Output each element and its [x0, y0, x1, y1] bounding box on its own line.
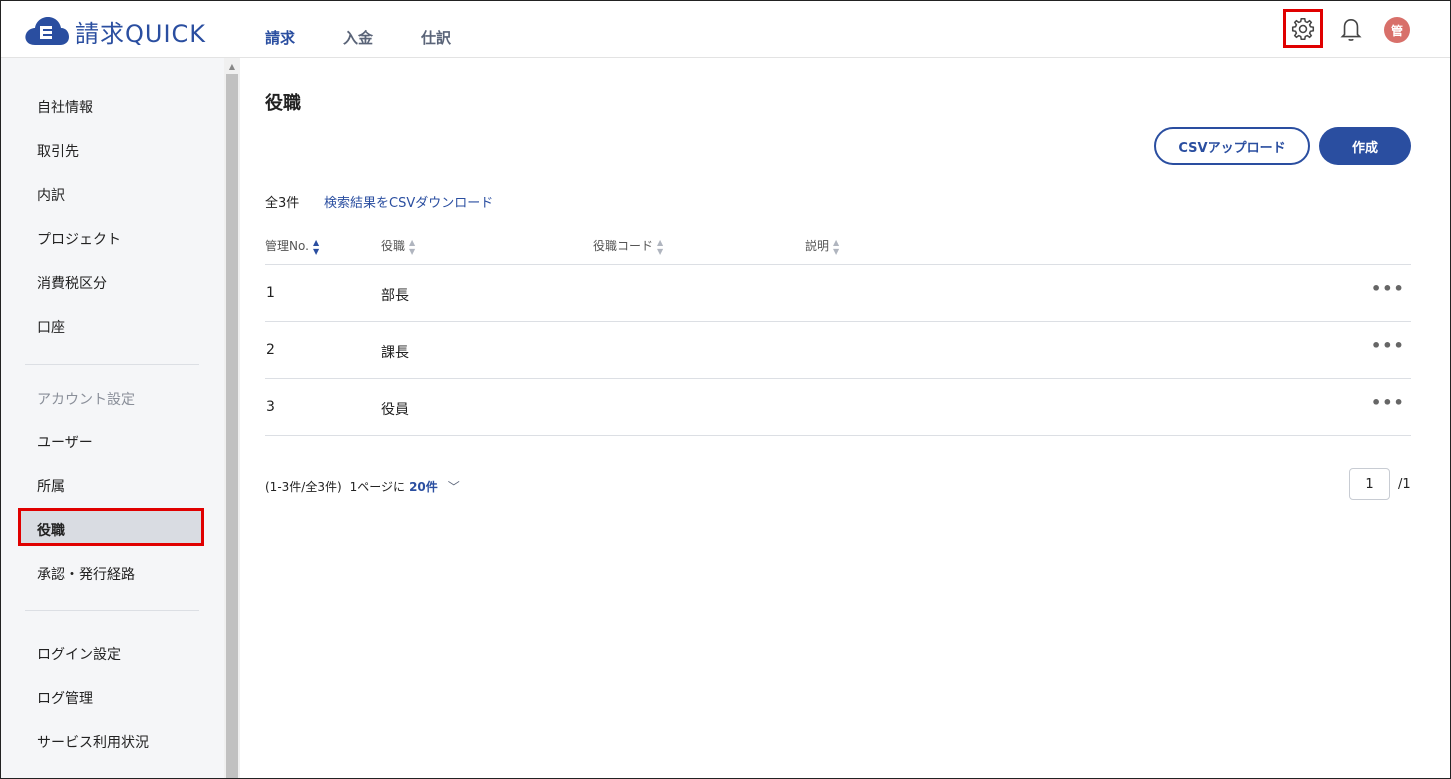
- sidebar-item-clients[interactable]: 取引先: [37, 141, 79, 161]
- sidebar-item-approval-route[interactable]: 承認・発行経路: [37, 564, 135, 584]
- column-header-label: 役職コード: [593, 239, 654, 253]
- sort-icon: ▲ ▼: [833, 237, 840, 256]
- scroll-up-arrow-icon[interactable]: ▲: [227, 62, 237, 72]
- sidebar-item-position-label: 役職: [37, 523, 65, 539]
- scroll-thumb[interactable]: [226, 74, 238, 778]
- sidebar: 自社情報 取引先 内訳 プロジェクト 消費税区分 口座 アカウント設定 ユーザー…: [1, 58, 224, 778]
- main-content: 役職 CSVアップロード 作成 全3件 検索結果をCSVダウンロード 管理No.…: [241, 58, 1450, 778]
- sort-icon: ▲ ▼: [657, 237, 664, 256]
- sidebar-item-breakdown[interactable]: 内訳: [37, 185, 65, 205]
- sidebar-item-department[interactable]: 所属: [37, 476, 65, 496]
- settings-button[interactable]: [1283, 9, 1323, 48]
- column-header-no[interactable]: 管理No. ▲ ▼: [265, 237, 319, 256]
- cell-no: 3: [266, 399, 275, 415]
- top-header: 請求QUICK 請求 入金 仕訳 管: [1, 1, 1450, 58]
- row-more-menu-icon[interactable]: •••: [1371, 336, 1405, 355]
- sidebar-item-usage[interactable]: サービス利用状況: [37, 732, 149, 752]
- column-header-description[interactable]: 説明 ▲ ▼: [805, 237, 839, 256]
- sidebar-divider: [25, 610, 199, 611]
- chevron-down-icon[interactable]: ﹀: [448, 478, 460, 495]
- nav-invoice[interactable]: 請求: [265, 27, 295, 48]
- column-header-label: 役職: [381, 239, 406, 253]
- per-page-select[interactable]: 20件: [409, 478, 438, 495]
- nav-payment[interactable]: 入金: [343, 27, 373, 48]
- column-header-label: 説明: [805, 239, 830, 253]
- row-more-menu-icon[interactable]: •••: [1371, 279, 1405, 298]
- sort-asc-icon: ▲ ▼: [312, 237, 320, 256]
- cell-title: 課長: [381, 345, 409, 361]
- logo-text: 請求QUICK: [75, 19, 207, 48]
- column-header-code[interactable]: 役職コード ▲ ▼: [593, 237, 663, 256]
- nav-journal[interactable]: 仕訳: [421, 27, 451, 48]
- column-header-label: 管理No.: [265, 239, 309, 253]
- avatar-label: 管: [1390, 23, 1403, 38]
- result-count: 全3件: [265, 196, 300, 211]
- page-number-input[interactable]: 1: [1349, 468, 1390, 500]
- cell-title: 部長: [381, 288, 409, 304]
- gear-icon: [1291, 17, 1315, 40]
- logo-cloud-icon: [25, 17, 69, 45]
- page-total: /1: [1398, 477, 1411, 492]
- sidebar-scrollbar[interactable]: ▲: [224, 58, 240, 778]
- cell-no: 2: [266, 342, 275, 358]
- table-row[interactable]: 2 課長 •••: [265, 322, 1411, 379]
- per-page-prefix: 1ページに: [349, 480, 406, 494]
- app-window: 請求QUICK 請求 入金 仕訳 管 自社情報 取引先 内訳 プロジェクト 消費…: [0, 0, 1451, 779]
- user-avatar[interactable]: 管: [1384, 17, 1410, 43]
- table-row[interactable]: 1 部長 •••: [265, 265, 1411, 322]
- sidebar-item-account[interactable]: 口座: [37, 317, 65, 337]
- csv-download-link[interactable]: 検索結果をCSVダウンロード: [324, 192, 493, 211]
- csv-upload-button[interactable]: CSVアップロード: [1154, 127, 1310, 165]
- sidebar-item-tax[interactable]: 消費税区分: [37, 273, 107, 293]
- cell-no: 1: [266, 285, 275, 301]
- bell-icon[interactable]: [1338, 15, 1364, 43]
- table-row[interactable]: 3 役員 •••: [265, 379, 1411, 436]
- top-nav: 請求 入金 仕訳: [265, 27, 499, 48]
- sidebar-item-project[interactable]: プロジェクト: [37, 229, 121, 249]
- sidebar-item-login-settings[interactable]: ログイン設定: [37, 644, 121, 664]
- create-button[interactable]: 作成: [1319, 127, 1411, 165]
- sidebar-section-label: アカウント設定: [37, 392, 135, 408]
- sort-icon: ▲ ▼: [409, 237, 416, 256]
- pagination-range: (1-3件/全3件): [265, 480, 342, 494]
- row-more-menu-icon[interactable]: •••: [1371, 393, 1405, 412]
- pagination-info: (1-3件/全3件) 1ページに 20件 ﹀: [265, 478, 460, 495]
- column-header-title[interactable]: 役職 ▲ ▼: [381, 237, 415, 256]
- header-actions: 管: [1283, 9, 1413, 49]
- sidebar-item-company[interactable]: 自社情報: [37, 97, 93, 117]
- page-title: 役職: [265, 93, 301, 114]
- app-logo[interactable]: 請求QUICK: [23, 15, 207, 48]
- cell-title: 役員: [381, 402, 409, 418]
- sidebar-item-position[interactable]: 役職: [18, 508, 204, 546]
- sidebar-item-users[interactable]: ユーザー: [37, 432, 93, 452]
- sidebar-item-log[interactable]: ログ管理: [37, 688, 93, 708]
- sidebar-divider: [25, 364, 199, 365]
